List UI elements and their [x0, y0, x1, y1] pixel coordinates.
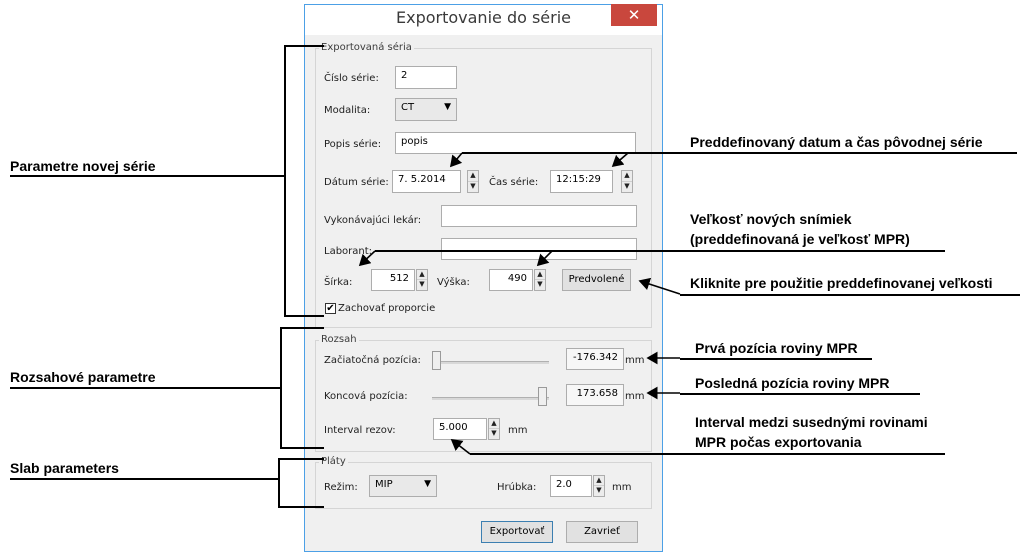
arrow-to-height	[536, 250, 553, 267]
arrow-to-time	[611, 152, 629, 168]
arrow-to-interval	[450, 439, 471, 455]
arrow-to-date	[449, 152, 463, 168]
arrow-to-default-button	[638, 277, 681, 295]
annotation-arrows	[358, 152, 681, 455]
arrow-to-width	[358, 250, 376, 267]
